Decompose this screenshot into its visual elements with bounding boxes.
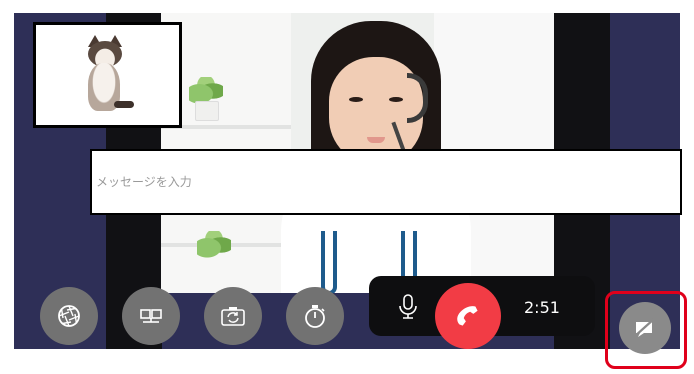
aperture-icon xyxy=(58,305,80,327)
screen-share-icon xyxy=(634,318,655,337)
message-bar xyxy=(90,149,682,215)
timer-icon xyxy=(305,305,325,328)
stethoscope xyxy=(321,231,337,293)
cat-tail xyxy=(114,101,134,108)
phone-hangup-icon xyxy=(457,306,478,326)
cat-image xyxy=(82,35,134,115)
screen-share-button[interactable] xyxy=(619,302,671,354)
self-view-pip[interactable] xyxy=(33,22,182,128)
mute-button[interactable] xyxy=(395,292,421,322)
message-input[interactable] xyxy=(92,151,680,213)
eye xyxy=(389,97,403,102)
screen-switch-icon xyxy=(140,309,162,323)
microphone-icon xyxy=(399,294,417,319)
timer-button[interactable] xyxy=(286,287,344,345)
screen-switch-button[interactable] xyxy=(122,287,180,345)
plant-pot xyxy=(195,101,219,121)
eye xyxy=(349,97,363,102)
mouth xyxy=(367,137,385,143)
call-timer: 2:51 xyxy=(524,298,560,317)
camera-flip-icon xyxy=(221,307,245,326)
end-call-button[interactable] xyxy=(435,283,501,349)
aperture-button[interactable] xyxy=(40,287,98,345)
plant xyxy=(197,231,231,259)
camera-flip-button[interactable] xyxy=(204,287,262,345)
